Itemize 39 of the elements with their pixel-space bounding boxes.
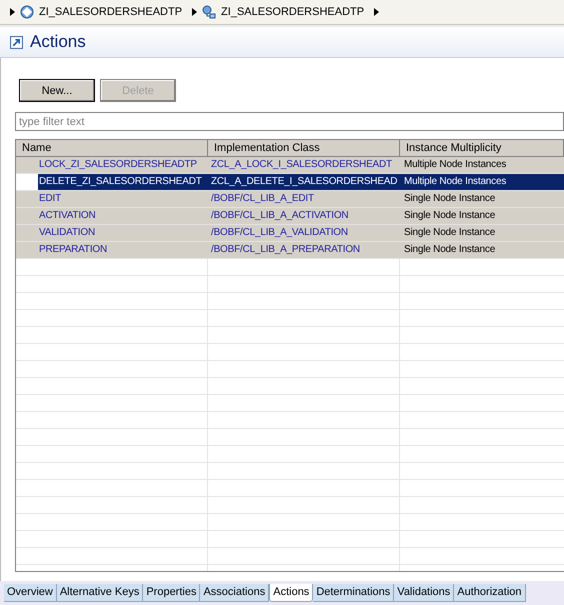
editor-tab[interactable]: Alternative Keys [56, 584, 144, 602]
table-cell[interactable]: /BOBF/CL_LIB_A_VALIDATION [208, 225, 400, 241]
chevron-icon[interactable] [9, 8, 15, 16]
column-header[interactable]: Name [16, 140, 208, 156]
chevron-icon[interactable] [373, 8, 380, 16]
table-cell[interactable]: /BOBF/CL_LIB_A_PREPARATION [208, 242, 400, 258]
table-cell[interactable]: EDIT [16, 191, 208, 207]
table-cell[interactable]: VALIDATION [16, 225, 208, 241]
column-header[interactable]: Implementation Class [208, 140, 400, 156]
table-cell[interactable]: PREPARATION [16, 242, 208, 258]
filter-field[interactable]: type filter text [15, 112, 564, 131]
section-title: Actions [30, 32, 86, 52]
table-cell[interactable]: ACTIVATION [16, 208, 208, 224]
table-cell[interactable]: Multiple Node Instances [400, 174, 564, 190]
table-cell[interactable]: Single Node Instance [400, 242, 564, 258]
table-cell[interactable]: ZCL_A_LOCK_I_SALESORDERSHEADT [208, 157, 400, 173]
editor-tab[interactable]: Validations [394, 584, 454, 602]
table-cell[interactable]: Single Node Instance [400, 191, 564, 207]
table-cell[interactable]: Single Node Instance [400, 208, 564, 224]
editor-tab[interactable]: Actions [269, 584, 314, 602]
node-icon [20, 5, 34, 19]
editor-tab[interactable]: Overview [4, 584, 57, 602]
table-cell[interactable]: Multiple Node Instances [400, 157, 564, 173]
column-header[interactable]: Instance Multiplicity [400, 140, 564, 156]
editor-tab[interactable]: Determinations [313, 584, 394, 602]
object-tree-icon [202, 5, 216, 19]
table-cell[interactable]: LOCK_ZI_SALESORDERSHEADTP [16, 157, 208, 173]
table-cell[interactable]: ZCL_A_DELETE_I_SALESORDERSHEAD [208, 174, 400, 190]
breadcrumb-item[interactable]: ZI_SALESORDERSHEADTP [39, 6, 182, 18]
breadcrumb-item[interactable]: ZI_SALESORDERSHEADTP [221, 6, 364, 18]
table-cell[interactable]: Single Node Instance [400, 225, 564, 241]
editor-tab[interactable]: Authorization [454, 584, 526, 602]
chevron-icon[interactable] [191, 8, 198, 16]
table-cell[interactable]: /BOBF/CL_LIB_A_ACTIVATION [208, 208, 400, 224]
new-button[interactable]: New... [19, 79, 95, 102]
action-arrow-icon [10, 36, 23, 48]
table-cell[interactable]: /BOBF/CL_LIB_A_EDIT [208, 191, 400, 207]
editor-tab[interactable]: Associations [200, 584, 270, 602]
editor-tab[interactable]: Properties [143, 584, 200, 602]
